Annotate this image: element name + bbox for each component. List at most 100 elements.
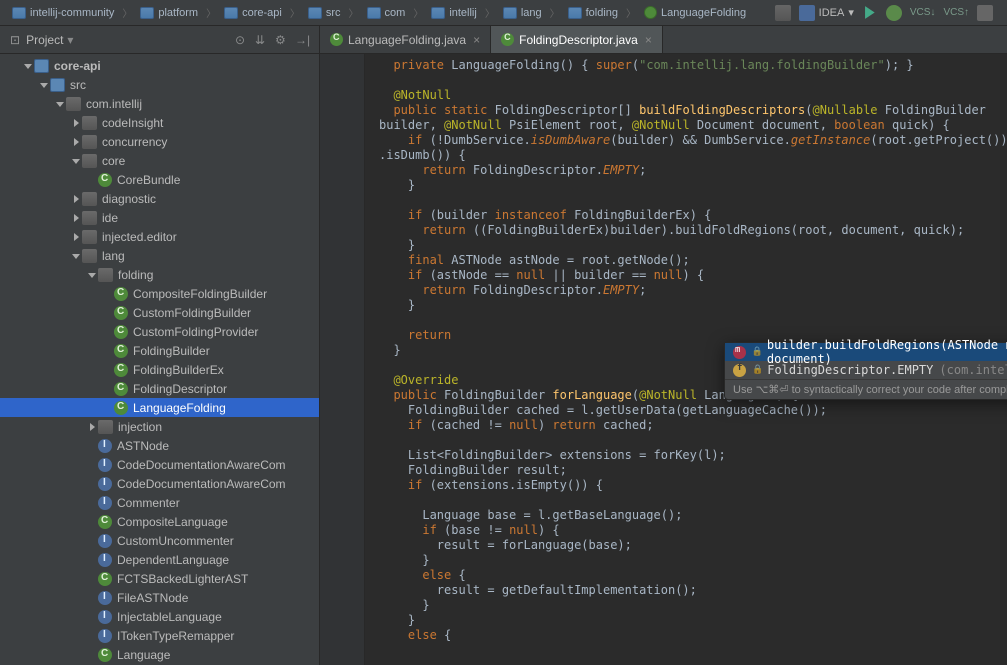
tree-node[interactable]: InjectableLanguage [0, 607, 319, 626]
tree-node[interactable]: CodeDocumentationAwareCom [0, 474, 319, 493]
project-tree[interactable]: core-apisrccom.intellijcodeInsight concur… [0, 54, 319, 665]
run-config-selector[interactable]: IDEA ▾ [799, 5, 854, 21]
sort-icon[interactable] [775, 5, 791, 21]
breadcrumb-item[interactable]: src [302, 5, 347, 21]
tree-node[interactable]: FoldingBuilderEx [0, 360, 319, 379]
folder-icon [367, 7, 381, 19]
gear-icon[interactable]: ⚙ [275, 33, 289, 47]
chevron-down-icon[interactable]: ▾ [67, 33, 73, 47]
editor-tabs: LanguageFolding.java×FoldingDescriptor.j… [320, 26, 1007, 54]
breadcrumb-item[interactable]: LanguageFolding [638, 4, 752, 21]
tree-arrow-icon [102, 345, 114, 357]
tree-node[interactable]: Language [0, 645, 319, 664]
breadcrumb-sep: 〉 [485, 5, 495, 20]
breadcrumb-item[interactable]: core-api [218, 5, 288, 21]
tree-node[interactable]: ASTNode [0, 436, 319, 455]
locate-icon[interactable]: ⊙ [235, 33, 249, 47]
editor-tab[interactable]: FoldingDescriptor.java× [491, 26, 663, 53]
project-tool-header: ⊡ Project ▾ ⊙ ⇊ ⚙ →| [0, 26, 319, 54]
tree-node[interactable]: CustomFoldingBuilder [0, 303, 319, 322]
tree-node[interactable]: injection [0, 417, 319, 436]
tree-arrow-icon[interactable] [70, 212, 82, 224]
breadcrumb-item[interactable]: com [361, 5, 412, 21]
close-icon[interactable]: × [473, 33, 480, 47]
tree-arrow-icon [102, 402, 114, 414]
breadcrumb-item[interactable]: lang [497, 5, 548, 21]
tree-label: FileASTNode [117, 591, 188, 605]
breadcrumb-item[interactable]: platform [134, 5, 204, 21]
tree-label: ITokenTypeRemapper [117, 629, 234, 643]
completion-hint: Use ⌥⌘⏎ to syntactically correct your co… [725, 379, 1007, 399]
vcs-indicator-1[interactable]: VCS↓ [910, 7, 936, 18]
tree-arrow-icon[interactable] [70, 193, 82, 205]
close-icon[interactable]: × [645, 33, 652, 47]
editor-gutter[interactable] [320, 54, 365, 665]
breadcrumb-label: intellij-community [30, 7, 114, 19]
tree-node[interactable]: CustomFoldingProvider [0, 322, 319, 341]
breadcrumb-label: core-api [242, 7, 282, 19]
vcs-indicator-2[interactable]: VCS↑ [943, 7, 969, 18]
tree-arrow-icon[interactable] [70, 155, 82, 167]
breadcrumb-item[interactable]: intellij-community [6, 5, 120, 21]
tree-node[interactable]: FoldingBuilder [0, 341, 319, 360]
interface-icon [98, 496, 112, 510]
interface-icon [98, 458, 112, 472]
tree-node[interactable]: injected.editor [0, 227, 319, 246]
class-icon [98, 648, 112, 662]
run-icon[interactable] [862, 5, 878, 21]
folder-icon [308, 7, 322, 19]
tree-node[interactable]: DependentLanguage [0, 550, 319, 569]
tree-node[interactable]: CompositeFoldingBuilder [0, 284, 319, 303]
tree-node[interactable]: CustomUncommenter [0, 531, 319, 550]
tree-node[interactable]: src [0, 75, 319, 94]
tree-node[interactable]: FoldingDescriptor [0, 379, 319, 398]
tree-node[interactable]: codeInsight [0, 113, 319, 132]
collapse-icon[interactable]: ⇊ [255, 33, 269, 47]
tree-arrow-icon[interactable] [54, 98, 66, 110]
completion-popup[interactable]: 🔒builder.buildFoldRegions(ASTNode node, … [724, 342, 1007, 400]
tree-node[interactable]: FileASTNode [0, 588, 319, 607]
tree-arrow-icon[interactable] [38, 79, 50, 91]
layout-icon[interactable] [977, 5, 993, 21]
tree-arrow-icon[interactable] [70, 250, 82, 262]
class-icon [114, 287, 128, 301]
tree-node[interactable]: folding [0, 265, 319, 284]
tree-arrow-icon[interactable] [70, 117, 82, 129]
module-icon [34, 59, 49, 73]
tree-node[interactable]: core [0, 151, 319, 170]
completion-item[interactable]: 🔒FoldingDescriptor.EMPTY(com.intellij.la… [725, 361, 1007, 379]
tree-label: concurrency [102, 135, 167, 149]
class-icon [330, 33, 343, 46]
project-tool-title: Project [26, 33, 63, 47]
tree-node[interactable]: CodeDocumentationAwareCom [0, 455, 319, 474]
tree-label: lang [102, 249, 125, 263]
breadcrumb-item[interactable]: folding [562, 5, 624, 21]
tree-arrow-icon[interactable] [70, 231, 82, 243]
tree-node[interactable]: Commenter [0, 493, 319, 512]
editor-tab[interactable]: LanguageFolding.java× [320, 26, 491, 53]
hide-icon[interactable]: →| [295, 33, 309, 47]
tree-arrow-icon[interactable] [22, 60, 34, 72]
tree-node[interactable]: ide [0, 208, 319, 227]
tree-node[interactable]: core-api [0, 56, 319, 75]
tree-node[interactable]: lang [0, 246, 319, 265]
class-icon [114, 325, 128, 339]
tree-node[interactable]: com.intellij [0, 94, 319, 113]
debug-icon[interactable] [886, 5, 902, 21]
tree-node[interactable]: diagnostic [0, 189, 319, 208]
tree-arrow-icon[interactable] [86, 421, 98, 433]
tree-arrow-icon[interactable] [86, 269, 98, 281]
class-icon [114, 344, 128, 358]
breadcrumb-label: platform [158, 7, 198, 19]
tree-node[interactable]: LanguageFolding [0, 398, 319, 417]
tree-node[interactable]: FCTSBackedLighterAST [0, 569, 319, 588]
tree-label: folding [118, 268, 153, 282]
interface-icon [98, 553, 112, 567]
tree-node[interactable]: CompositeLanguage [0, 512, 319, 531]
tree-arrow-icon[interactable] [70, 136, 82, 148]
tree-node[interactable]: concurrency [0, 132, 319, 151]
breadcrumb-item[interactable]: intellij [425, 5, 483, 21]
completion-item[interactable]: 🔒builder.buildFoldRegions(ASTNode node, … [725, 343, 1007, 361]
tree-node[interactable]: ITokenTypeRemapper [0, 626, 319, 645]
tree-node[interactable]: CoreBundle [0, 170, 319, 189]
